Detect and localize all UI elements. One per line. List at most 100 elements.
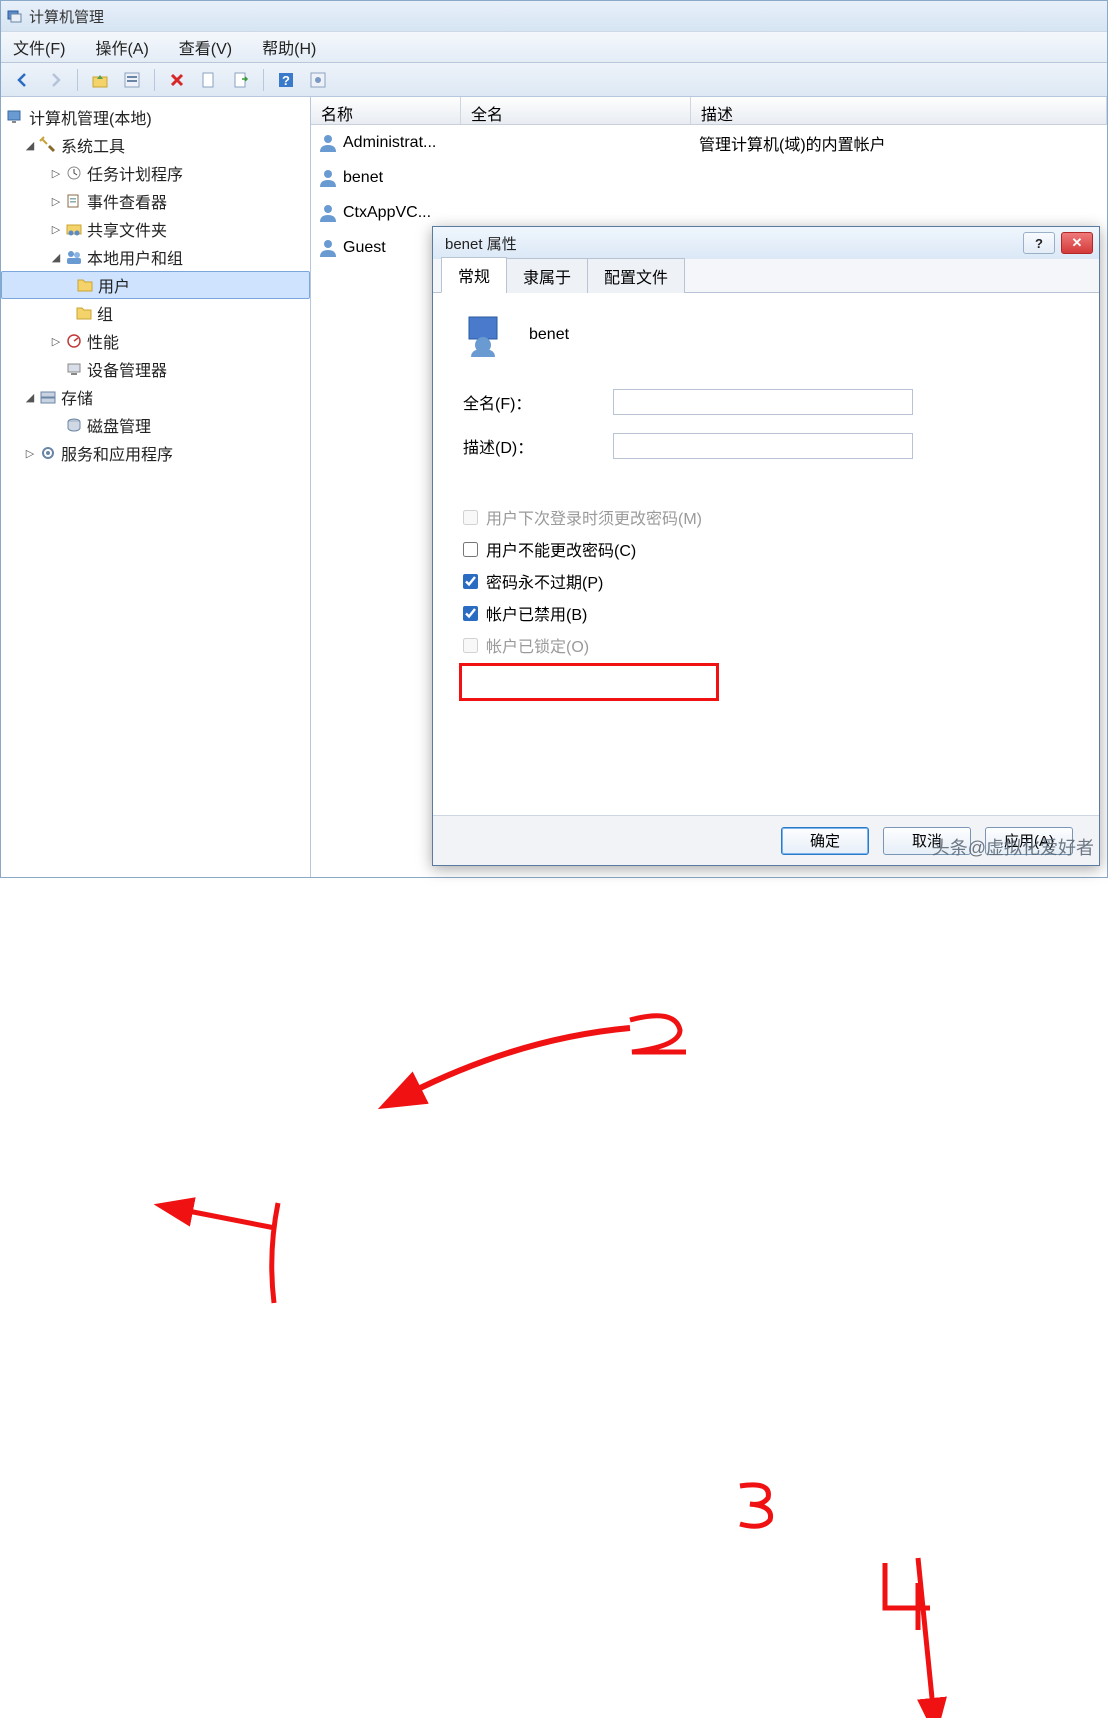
tree-services-apps[interactable]: ▷ 服务和应用程序 [1, 439, 310, 467]
folder-icon [75, 304, 93, 322]
properties-button[interactable] [118, 66, 146, 94]
list-header: 名称 全名 描述 [311, 97, 1107, 125]
list-row-ctxappv[interactable]: CtxAppVC... [311, 195, 1107, 230]
tree-task-scheduler[interactable]: ▷ 任务计划程序 [1, 159, 310, 187]
up-button[interactable] [86, 66, 114, 94]
properties-dialog: benet 属性 ? ✕ 常规 隶属于 配置文件 benet 全名(F)： 描述… [432, 226, 1100, 866]
fullname-input[interactable] [613, 389, 913, 415]
checkbox-account-disabled-row[interactable]: 帐户已禁用(B) [463, 601, 1069, 625]
users-groups-icon [65, 248, 83, 266]
performance-icon [65, 332, 83, 350]
tree-panel: 计算机管理(本地) ◢ 系统工具 ▷ 任务计划程序 ▷ 事件查看器 ▷ 共享文件… [1, 97, 311, 877]
checkbox-cannot-change[interactable] [463, 542, 478, 557]
description-label: 描述(D)： [463, 434, 613, 458]
app-icon [7, 8, 23, 24]
checkbox-must-change-row: 用户下次登录时须更改密码(M) [463, 505, 1069, 529]
tree-groups[interactable]: 组 [1, 299, 310, 327]
help-button[interactable]: ? [1023, 232, 1055, 254]
col-fullname[interactable]: 全名 [461, 97, 691, 124]
list-row-benet[interactable]: benet [311, 160, 1107, 195]
delete-button[interactable] [163, 66, 191, 94]
svg-text:?: ? [282, 73, 290, 88]
tree-shared-folders[interactable]: ▷ 共享文件夹 [1, 215, 310, 243]
checkbox-must-change [463, 510, 478, 525]
help-button[interactable]: ? [272, 66, 300, 94]
shared-folder-icon [65, 220, 83, 238]
dialog-body: benet 全名(F)： 描述(D)： 用户下次登录时须更改密码(M) 用户不能… [433, 293, 1099, 815]
collapse-icon[interactable]: ◢ [49, 251, 63, 264]
tree-performance[interactable]: ▷ 性能 [1, 327, 310, 355]
tree-storage[interactable]: ◢ 存储 [1, 383, 310, 411]
user-large-icon [463, 311, 511, 359]
user-icon [317, 202, 339, 224]
arrow-1 [175, 1198, 285, 1238]
expand-icon[interactable]: ▷ [49, 167, 63, 180]
checkbox-never-expire-row[interactable]: 密码永不过期(P) [463, 569, 1069, 593]
user-icon [317, 167, 339, 189]
user-icon [317, 237, 339, 259]
tree-local-users-groups[interactable]: ◢ 本地用户和组 [1, 243, 310, 271]
description-input[interactable] [613, 433, 913, 459]
tree-system-tools[interactable]: ◢ 系统工具 [1, 131, 310, 159]
annotation-number-2 [620, 1008, 700, 1063]
tools-icon [39, 136, 57, 154]
user-icon [317, 132, 339, 154]
tab-general[interactable]: 常规 [441, 257, 507, 293]
arrow-4 [878, 1548, 968, 1718]
menu-help[interactable]: 帮助(H) [256, 33, 322, 61]
export-button[interactable] [227, 66, 255, 94]
event-icon [65, 192, 83, 210]
checkbox-account-locked-row: 帐户已锁定(O) [463, 633, 1069, 657]
checkbox-account-locked [463, 638, 478, 653]
back-button[interactable] [9, 66, 37, 94]
checkbox-account-disabled[interactable] [463, 606, 478, 621]
collapse-icon[interactable]: ◢ [23, 391, 37, 404]
menubar: 文件(F) 操作(A) 查看(V) 帮助(H) [1, 31, 1107, 63]
expand-icon[interactable]: ▷ [49, 223, 63, 236]
expand-icon[interactable]: ▷ [23, 447, 37, 460]
watermark: 头条@虚拟化爱好者 [932, 834, 1094, 860]
ok-button[interactable]: 确定 [781, 827, 869, 855]
storage-icon [39, 388, 57, 406]
expand-icon[interactable]: ▷ [49, 195, 63, 208]
tree-device-manager[interactable]: 设备管理器 [1, 355, 310, 383]
tree-root[interactable]: 计算机管理(本地) [1, 103, 310, 131]
toolbar: ? [1, 63, 1107, 97]
refresh-button[interactable] [195, 66, 223, 94]
services-icon [39, 444, 57, 462]
close-button[interactable]: ✕ [1061, 232, 1093, 254]
col-name[interactable]: 名称 [311, 97, 461, 124]
tab-member-of[interactable]: 隶属于 [506, 258, 588, 293]
clock-icon [65, 164, 83, 182]
expand-icon[interactable]: ▷ [49, 335, 63, 348]
window-title: 计算机管理 [29, 6, 104, 27]
col-description[interactable]: 描述 [691, 97, 1107, 124]
menu-view[interactable]: 查看(V) [173, 33, 238, 61]
folder-icon [76, 276, 94, 294]
checkbox-cannot-change-row[interactable]: 用户不能更改密码(C) [463, 537, 1069, 561]
forward-button[interactable] [41, 66, 69, 94]
menu-action[interactable]: 操作(A) [89, 33, 154, 61]
tree-event-viewer[interactable]: ▷ 事件查看器 [1, 187, 310, 215]
action-button[interactable] [304, 66, 332, 94]
tab-profile[interactable]: 配置文件 [587, 258, 685, 293]
list-row-administrator[interactable]: Administrat... 管理计算机(域)的内置帐户 [311, 125, 1107, 160]
dialog-title: benet 属性 [445, 233, 517, 254]
separator [154, 69, 155, 91]
dialog-titlebar[interactable]: benet 属性 ? ✕ [433, 227, 1099, 259]
annotation-number-4 [870, 1558, 950, 1638]
titlebar: 计算机管理 [1, 1, 1107, 31]
disk-icon [65, 416, 83, 434]
checkbox-never-expire[interactable] [463, 574, 478, 589]
menu-file[interactable]: 文件(F) [7, 33, 71, 61]
username-label: benet [529, 326, 569, 344]
tree-disk-management[interactable]: 磁盘管理 [1, 411, 310, 439]
annotation-number-1 [260, 1193, 290, 1313]
fullname-label: 全名(F)： [463, 390, 613, 414]
arrow-2 [400, 1018, 640, 1108]
annotation-box-3 [459, 663, 719, 701]
collapse-icon[interactable]: ◢ [23, 139, 37, 152]
tab-strip: 常规 隶属于 配置文件 [433, 259, 1099, 293]
device-icon [65, 360, 83, 378]
tree-users[interactable]: 用户 [1, 271, 310, 299]
